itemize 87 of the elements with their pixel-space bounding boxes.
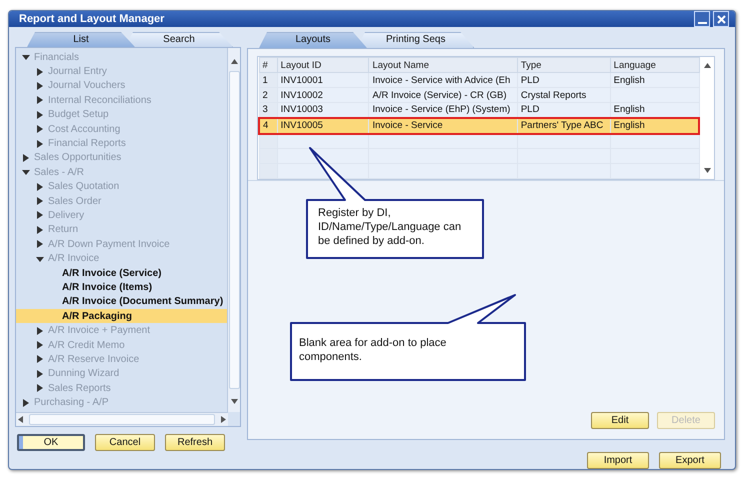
panel-button[interactable]: Edit (591, 412, 649, 429)
table-cell: PLD (517, 72, 610, 88)
tree-item[interactable]: Return (48, 224, 78, 236)
table-cell: A/R Invoice (Service) - CR (GB) (368, 88, 518, 102)
tree-item[interactable]: A/R Down Payment Invoice (48, 238, 170, 250)
collapsed-arrow-icon[interactable] (22, 154, 30, 162)
close-button[interactable] (713, 11, 729, 27)
tree-item[interactable]: Journal Vouchers (48, 80, 126, 92)
dialog-button[interactable]: OK (17, 434, 85, 451)
tree-item[interactable]: A/R Credit Memo (48, 340, 125, 350)
collapsed-arrow-icon[interactable] (36, 326, 44, 335)
minimize-icon (698, 22, 706, 24)
collapsed-arrow-icon[interactable] (36, 370, 44, 378)
column-header[interactable]: # (259, 58, 278, 73)
tree-item[interactable]: Delivery (48, 210, 84, 221)
tree-item[interactable]: Sales Order (48, 196, 102, 207)
expanded-arrow-icon[interactable] (36, 254, 44, 263)
table-cell: Crystal Reports (517, 88, 610, 102)
dialog-button[interactable]: Refresh (165, 434, 225, 451)
tree-item[interactable]: Financial Reports (48, 138, 126, 150)
collapsed-arrow-icon[interactable] (36, 110, 44, 119)
tree-item[interactable]: Financials (34, 52, 80, 63)
callout-text: Blank area for add-on to place components. (299, 336, 448, 364)
collapsed-arrow-icon[interactable] (36, 82, 44, 90)
window-title: Report and Layout Manager (19, 13, 164, 25)
collapsed-arrow-icon[interactable] (36, 197, 44, 206)
dialog-button[interactable]: Import (587, 452, 649, 469)
tree-item[interactable]: A/R Invoice (Service) (62, 268, 162, 279)
collapsed-arrow-icon[interactable] (36, 68, 44, 76)
collapsed-arrow-icon[interactable] (36, 240, 44, 248)
table-cell: INV10001 (277, 72, 369, 88)
tree-item[interactable]: Sales Opportunities (34, 152, 122, 164)
vertical-scrollbar[interactable] (227, 48, 240, 412)
callout-text: Register by DI, ID/Name/Type/Language can be defined by add-on. (318, 206, 462, 248)
column-header[interactable]: Layout Name (368, 58, 518, 73)
table-cell: INV10005 (277, 118, 369, 134)
tree-item[interactable]: Sales Reports (48, 382, 111, 394)
column-header[interactable]: Language (610, 58, 699, 73)
dialog-button[interactable]: Cancel (95, 434, 155, 451)
collapsed-arrow-icon[interactable] (36, 355, 44, 364)
scroll-left-icon[interactable] (18, 416, 23, 423)
tree-item[interactable]: Cost Accounting (48, 124, 120, 135)
collapsed-arrow-icon[interactable] (36, 226, 44, 234)
collapsed-arrow-icon[interactable] (22, 398, 30, 407)
tree-item[interactable]: Sales - A/R (34, 166, 84, 178)
minimize-button[interactable] (694, 11, 710, 27)
collapsed-arrow-icon[interactable] (36, 384, 44, 392)
tree-item[interactable]: Dunning Wizard (48, 368, 120, 380)
scroll-down-icon[interactable] (230, 399, 238, 404)
collapsed-arrow-icon[interactable] (36, 341, 44, 349)
tree-item[interactable]: A/R Invoice (48, 253, 100, 264)
collapsed-arrow-icon[interactable] (36, 125, 44, 134)
table-cell: Partners' Type ABC (517, 118, 610, 134)
collapsed-arrow-icon[interactable] (36, 140, 44, 148)
tree-item[interactable]: A/R Invoice + Payment (48, 325, 150, 336)
table-cell: English (610, 72, 699, 88)
tree-item[interactable]: Sales Quotation (48, 181, 120, 192)
tree-item[interactable]: Purchasing - A/P (34, 397, 108, 408)
tree-item[interactable]: A/R Invoice (Document Summary) (62, 296, 224, 308)
expanded-arrow-icon[interactable] (22, 53, 30, 62)
scroll-right-icon[interactable] (221, 416, 226, 423)
tree-item[interactable]: Journal Entry (48, 66, 107, 78)
table-cell: English (610, 118, 699, 134)
scroll-up-icon[interactable] (704, 63, 710, 68)
collapsed-arrow-icon[interactable] (36, 182, 44, 191)
table-cell: INV10002 (277, 88, 369, 102)
tree-item[interactable]: Budget Setup (48, 109, 109, 120)
tab[interactable]: Layouts (259, 32, 367, 48)
collapsed-arrow-icon[interactable] (36, 211, 44, 220)
column-header[interactable]: Layout ID (277, 58, 369, 73)
table-cell: 2 (259, 88, 278, 102)
column-header[interactable]: Type (517, 58, 610, 73)
table-cell: Invoice - Service (368, 118, 518, 134)
tree-item[interactable]: A/R Reserve Invoice (48, 354, 140, 365)
table-cell: 1 (259, 72, 278, 88)
tree-item[interactable]: A/R Invoice (Items) (62, 282, 152, 293)
table-cell: Invoice - Service with Advice (Eh (368, 72, 518, 88)
scroll-up-icon[interactable] (230, 59, 238, 64)
tree-item[interactable]: Internal Reconciliations (48, 94, 152, 106)
expanded-arrow-icon[interactable] (22, 168, 30, 176)
scroll-down-icon[interactable] (704, 168, 710, 173)
table-cell: 4 (259, 118, 278, 134)
horizontal-scrollbar[interactable] (16, 412, 228, 426)
collapsed-arrow-icon[interactable] (36, 96, 44, 104)
close-icon (716, 14, 726, 24)
dialog-button[interactable]: Export (659, 452, 721, 469)
tab[interactable]: List (27, 32, 135, 47)
